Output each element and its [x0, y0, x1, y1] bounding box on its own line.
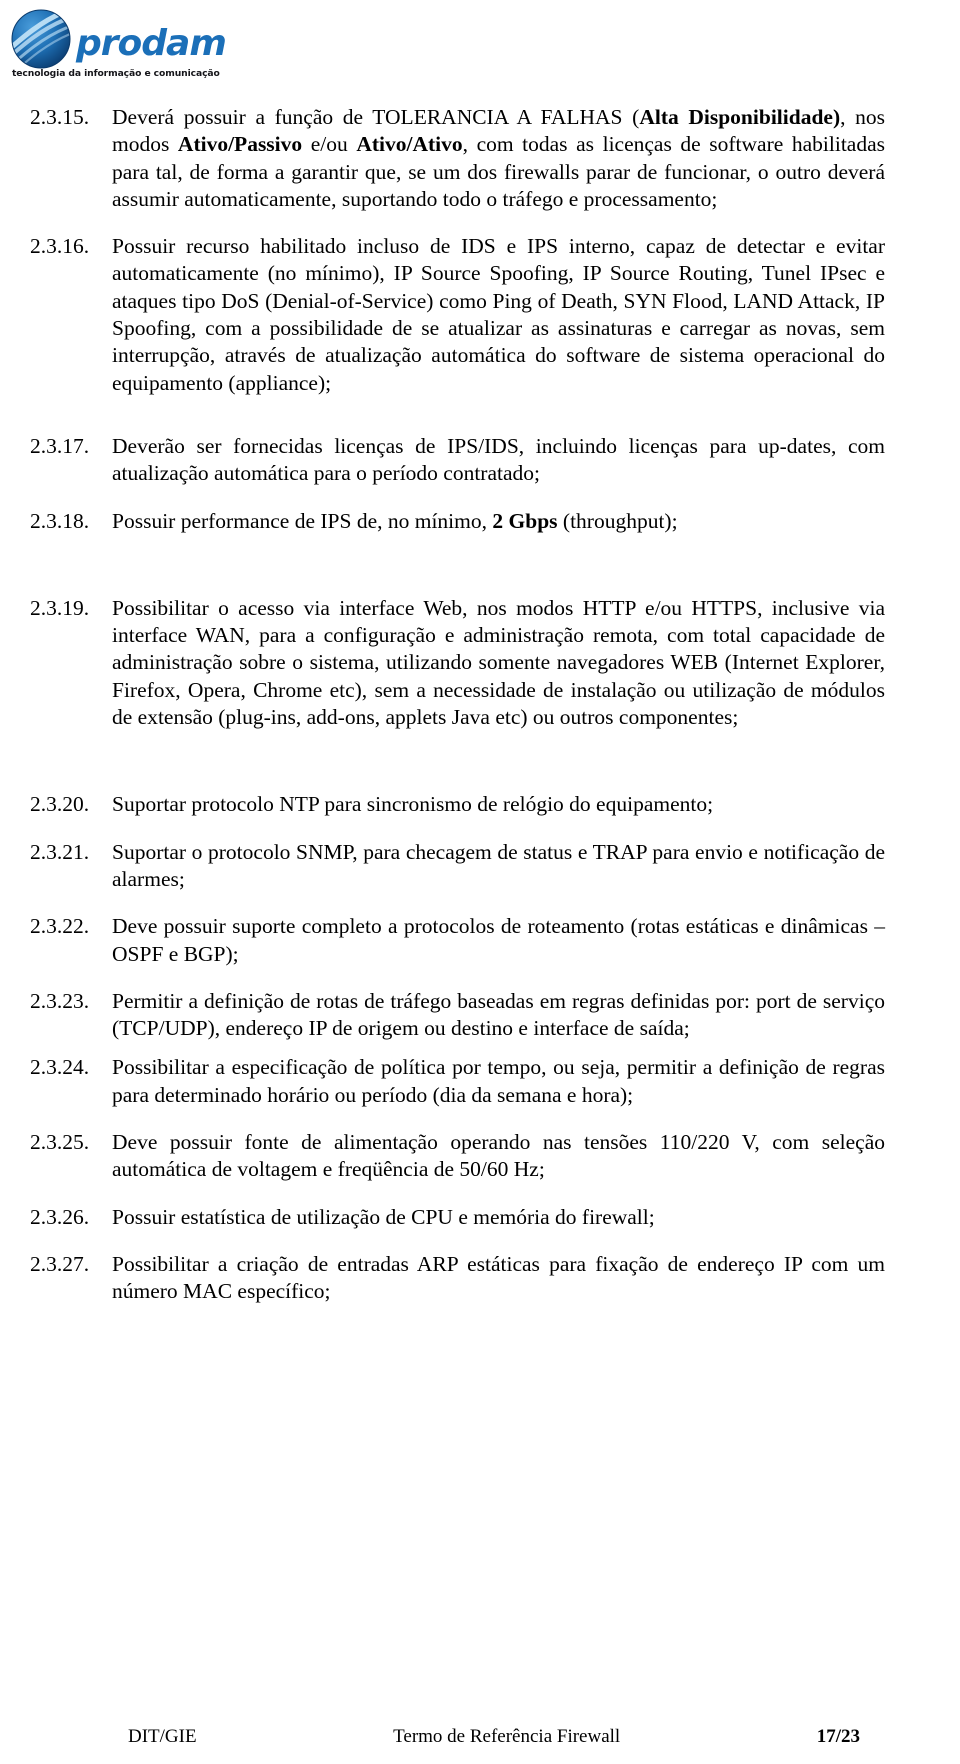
- clause-2-3-27: 2.3.27. Possibilitar a criação de entrad…: [30, 1251, 885, 1306]
- clause-number: 2.3.16.: [30, 234, 90, 259]
- clause-text: Suportar protocolo NTP para sincronismo …: [112, 792, 714, 817]
- clause-text: Deve possuir suporte completo a protocol…: [112, 914, 885, 966]
- clause-number: 2.3.26.: [30, 1204, 90, 1229]
- clause-text: Deverão ser fornecidas licenças de IPS/I…: [112, 433, 885, 486]
- clause-number: 2.3.21.: [30, 839, 90, 864]
- footer-department: DIT/GIE: [128, 1726, 197, 1747]
- clause-text: Possibilitar o acesso via interface Web,…: [112, 595, 885, 730]
- clause-2-3-19: 2.3.19. Possibilitar o acesso via interf…: [30, 595, 885, 731]
- clause-number: 2.3.27.: [30, 1251, 90, 1276]
- page-header: prodam tecnologia da informação e comuni…: [8, 8, 258, 86]
- clause-2-3-23: 2.3.23. Permitir a definição de rotas de…: [30, 988, 885, 1043]
- prodam-logo: prodam tecnologia da informação e comuni…: [8, 8, 258, 86]
- clause-number: 2.3.25.: [30, 1130, 90, 1155]
- clause-number: 2.3.20.: [30, 792, 90, 817]
- clause-2-3-16: 2.3.16. Possuir recurso habilitado inclu…: [30, 233, 885, 397]
- clause-text: Possuir estatística de utilização de CPU…: [112, 1204, 655, 1229]
- clause-text: Possibilitar a criação de entradas ARP e…: [112, 1251, 885, 1304]
- clause-2-3-15: 2.3.15. Deverá possuir a função de TOLER…: [30, 104, 885, 213]
- clause-number: 2.3.15.: [30, 105, 90, 129]
- clause-number: 2.3.18.: [30, 508, 90, 533]
- clause-text: Possibilitar a especificação de política…: [112, 1055, 885, 1107]
- logo-wordmark: prodam: [76, 23, 227, 64]
- logo-tagline: tecnologia da informação e comunicação: [12, 68, 220, 79]
- clause-number: 2.3.17.: [30, 433, 90, 458]
- clause-2-3-25: 2.3.25. Deve possuir fonte de alimentaçã…: [30, 1129, 885, 1184]
- clause-text: Deve possuir fonte de alimentação operan…: [112, 1130, 885, 1182]
- clause-2-3-26: 2.3.26. Possuir estatística de utilizaçã…: [30, 1204, 885, 1231]
- clause-2-3-18: 2.3.18. Possuir performance de IPS de, n…: [30, 508, 885, 535]
- clause-2-3-20: 2.3.20. Suportar protocolo NTP para sinc…: [30, 791, 885, 818]
- document-body: 2.3.15. Deverá possuir a função de TOLER…: [30, 104, 885, 1306]
- clause-number: 2.3.24.: [30, 1055, 90, 1080]
- page-footer: DIT/GIE Termo de Referência Firewall 17/…: [128, 1726, 860, 1748]
- clause-text: Possuir recurso habilitado incluso de ID…: [112, 234, 885, 395]
- clause-text: Deverá possuir a função de TOLERANCIA A …: [112, 105, 885, 211]
- clause-2-3-17: 2.3.17. Deverão ser fornecidas licenças …: [30, 433, 885, 488]
- prodam-globe-swoosh-icon: [10, 8, 72, 70]
- clause-number: 2.3.19.: [30, 595, 90, 620]
- clause-2-3-22: 2.3.22. Deve possuir suporte completo a …: [30, 913, 885, 968]
- clause-number: 2.3.22.: [30, 914, 90, 939]
- clause-text: Possuir performance de IPS de, no mínimo…: [112, 508, 678, 533]
- clause-2-3-24: 2.3.24. Possibilitar a especificação de …: [30, 1054, 885, 1109]
- clause-number: 2.3.23.: [30, 988, 90, 1013]
- footer-title: Termo de Referência Firewall: [393, 1726, 621, 1747]
- footer-page-number: 17/23: [816, 1726, 860, 1747]
- clause-text: Suportar o protocolo SNMP, para checagem…: [112, 839, 885, 891]
- clause-text: Permitir a definição de rotas de tráfego…: [112, 988, 885, 1041]
- clause-2-3-21: 2.3.21. Suportar o protocolo SNMP, para …: [30, 839, 885, 894]
